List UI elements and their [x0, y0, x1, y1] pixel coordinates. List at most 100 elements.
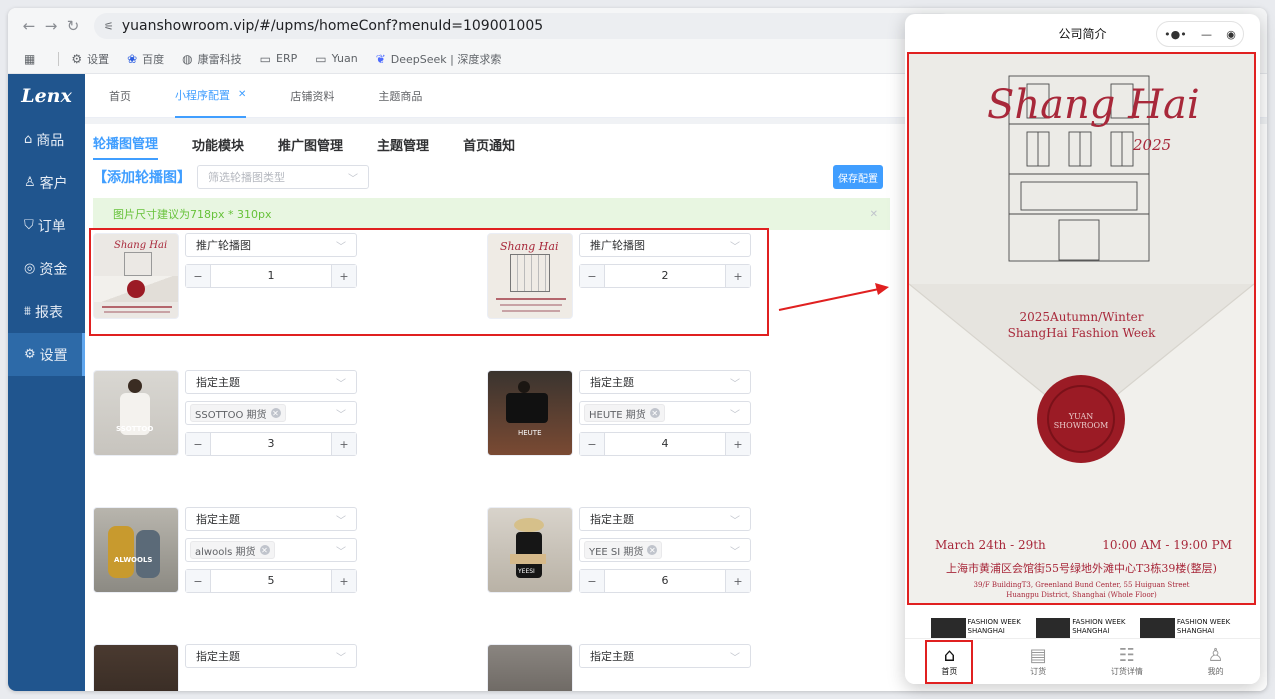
- sidebar-item-orders[interactable]: ⛉ 订单: [8, 204, 85, 247]
- tab-store-info[interactable]: 店铺资料: [290, 74, 334, 118]
- carousel-thumbnail[interactable]: [487, 644, 573, 691]
- sidebar-item-products[interactable]: ⌂ 商品: [8, 118, 85, 161]
- tabbar-order-details[interactable]: ☷ 订货详情: [1083, 639, 1172, 684]
- globe-icon: ◍: [182, 51, 193, 66]
- close-target-icon[interactable]: ◉: [1226, 28, 1236, 41]
- subtab-modules[interactable]: 功能模块: [192, 135, 244, 160]
- report-icon: ⩩: [24, 304, 31, 319]
- carousel-poster[interactable]: Shang Hai 2025 2025Autumn/Winter ShangHa…: [907, 52, 1256, 605]
- model-figure: [506, 393, 548, 423]
- minimize-icon[interactable]: —: [1201, 28, 1212, 41]
- tag-close-icon[interactable]: ✕: [259, 545, 270, 555]
- theme-select[interactable]: HEUTE 期货 ✕ ﹀: [579, 401, 751, 425]
- chevron-down-icon: ﹀: [336, 378, 346, 390]
- carousel-type-select[interactable]: 指定主题 ﹀: [579, 370, 751, 394]
- order-stepper[interactable]: −3 +: [185, 432, 357, 456]
- carousel-type-select[interactable]: 指定主题 ﹀: [185, 370, 357, 394]
- bookmark-deepseek[interactable]: ❦ DeepSeek | 深度求索: [376, 51, 502, 67]
- increment-button[interactable]: +: [332, 570, 356, 592]
- carousel-thumbnail[interactable]: HEUTE: [487, 370, 573, 456]
- carousel-type-select[interactable]: 指定主题 ﹀: [185, 644, 357, 668]
- tag-close-icon[interactable]: ✕: [270, 408, 281, 418]
- url-text: yuanshowroom.vip/#/upms/homeConf?menuId=…: [121, 18, 544, 34]
- bookmark-erp[interactable]: ▭ ERP: [260, 52, 298, 66]
- poster-address-en2: Huangpu District, Shanghai (Whole Floor): [1006, 591, 1157, 599]
- order-value[interactable]: 3: [210, 433, 332, 455]
- chevron-down-icon: ﹀: [336, 409, 346, 421]
- order-value[interactable]: 6: [604, 570, 726, 592]
- increment-button[interactable]: +: [332, 433, 356, 455]
- carousel-thumbnail[interactable]: ALWOOLS: [93, 507, 179, 593]
- save-config-button[interactable]: 保存配置: [833, 165, 883, 189]
- folder-icon: ▭: [259, 51, 271, 66]
- apps-icon[interactable]: ▦: [24, 52, 40, 66]
- miniprogram-preview: 公司简介 •●• — ◉ Shang Hai 2025 2025Autumn/W…: [905, 14, 1260, 684]
- decrement-button[interactable]: −: [580, 570, 604, 592]
- poster-event-line1: 2025Autumn/Winter: [1019, 310, 1144, 324]
- subtab-promo-images[interactable]: 推广图管理: [278, 135, 343, 160]
- carousel-type-select[interactable]: 指定主题 ﹀: [185, 507, 357, 531]
- subtab-themes[interactable]: 主题管理: [377, 135, 429, 160]
- address-bar[interactable]: ⚟ yuanshowroom.vip/#/upms/homeConf?menuI…: [94, 13, 954, 39]
- reload-icon[interactable]: ↻: [62, 17, 84, 35]
- carousel-thumbnail[interactable]: SSOTTOO: [93, 370, 179, 456]
- carousel-type-select[interactable]: 指定主题 ﹀: [579, 507, 751, 531]
- decrement-button[interactable]: −: [186, 433, 210, 455]
- more-icon[interactable]: •●•: [1164, 28, 1187, 41]
- theme-tag: SSOTTOO 期货 ✕: [190, 404, 286, 422]
- theme-select[interactable]: alwools 期货 ✕ ﹀: [185, 538, 357, 562]
- forward-icon[interactable]: →: [40, 17, 62, 35]
- tag-close-icon[interactable]: ✕: [647, 545, 658, 555]
- sidebar: Lenx ⌂ 商品 ♙ 客户 ⛉ 订单 ◎ 资金 ⩩ 报表 ⚙ 设置: [8, 74, 85, 691]
- poster-script-title: Shang Hai: [987, 82, 1200, 128]
- sidebar-item-funds[interactable]: ◎ 资金: [8, 247, 85, 290]
- back-icon[interactable]: ←: [18, 17, 40, 35]
- card-controls: 指定主题 ﹀ HEUTE 期货 ✕ ﹀ −4 +: [579, 370, 751, 456]
- bookmark-settings[interactable]: ⚙ 设置: [71, 51, 109, 67]
- chevron-down-icon: ﹀: [730, 652, 740, 664]
- theme-select[interactable]: YEE SI 期货 ✕ ﹀: [579, 538, 751, 562]
- tabbar-mine[interactable]: ♙ 我的: [1171, 639, 1260, 684]
- chevron-down-icon: ﹀: [336, 515, 346, 527]
- carousel-type-filter[interactable]: 筛选轮播图类型 ﹀: [197, 165, 369, 189]
- logo: Lenx: [21, 85, 72, 107]
- subtab-carousel[interactable]: 轮播图管理: [93, 133, 159, 160]
- tab-miniprogram-config[interactable]: 小程序配置 ✕: [175, 74, 247, 118]
- tag-close-icon[interactable]: ✕: [649, 408, 660, 418]
- tab-home[interactable]: 首页: [109, 74, 131, 118]
- bookmark-baidu[interactable]: ❀ 百度: [127, 51, 164, 67]
- theme-select[interactable]: SSOTTOO 期货 ✕ ﹀: [185, 401, 357, 425]
- bookmark-kanglei[interactable]: ◍ 康雷科技: [182, 51, 241, 67]
- site-settings-icon[interactable]: ⚟: [104, 20, 114, 33]
- poster-event-line2: ShangHai Fashion Week: [1007, 326, 1156, 340]
- order-value[interactable]: 4: [604, 433, 726, 455]
- chevron-down-icon: ﹀: [730, 515, 740, 527]
- close-icon[interactable]: ✕: [870, 209, 878, 220]
- increment-button[interactable]: +: [726, 570, 750, 592]
- poster-year: 2025: [1133, 136, 1172, 154]
- increment-button[interactable]: +: [726, 433, 750, 455]
- decrement-button[interactable]: −: [580, 433, 604, 455]
- order-stepper[interactable]: −6 +: [579, 569, 751, 593]
- add-carousel-button[interactable]: 【添加轮播图】: [93, 167, 191, 187]
- sidebar-item-settings[interactable]: ⚙ 设置: [8, 333, 85, 376]
- sidebar-item-reports[interactable]: ⩩ 报表: [8, 290, 85, 333]
- order-stepper[interactable]: −5 +: [185, 569, 357, 593]
- carousel-thumbnail[interactable]: [93, 644, 179, 691]
- close-icon[interactable]: ✕: [238, 89, 246, 100]
- subtab-notice[interactable]: 首页通知: [463, 135, 515, 160]
- tabbar-order[interactable]: ▤ 订货: [994, 639, 1083, 684]
- home-icon: ⌂: [24, 132, 33, 147]
- chevron-down-icon: ﹀: [730, 378, 740, 390]
- card-controls: 指定主题 ﹀ SSOTTOO 期货 ✕ ﹀ −3 +: [185, 370, 357, 456]
- sidebar-item-customers[interactable]: ♙ 客户: [8, 161, 85, 204]
- bookmark-yuan[interactable]: ▭ Yuan: [315, 52, 358, 66]
- order-stepper[interactable]: −4 +: [579, 432, 751, 456]
- hat-shape: [514, 518, 544, 532]
- tab-theme-products[interactable]: 主题商品: [378, 74, 422, 118]
- decrement-button[interactable]: −: [186, 570, 210, 592]
- model-figure: [128, 379, 142, 393]
- carousel-type-select[interactable]: 指定主题 ﹀: [579, 644, 751, 668]
- order-value[interactable]: 5: [210, 570, 332, 592]
- carousel-thumbnail[interactable]: YEESI: [487, 507, 573, 593]
